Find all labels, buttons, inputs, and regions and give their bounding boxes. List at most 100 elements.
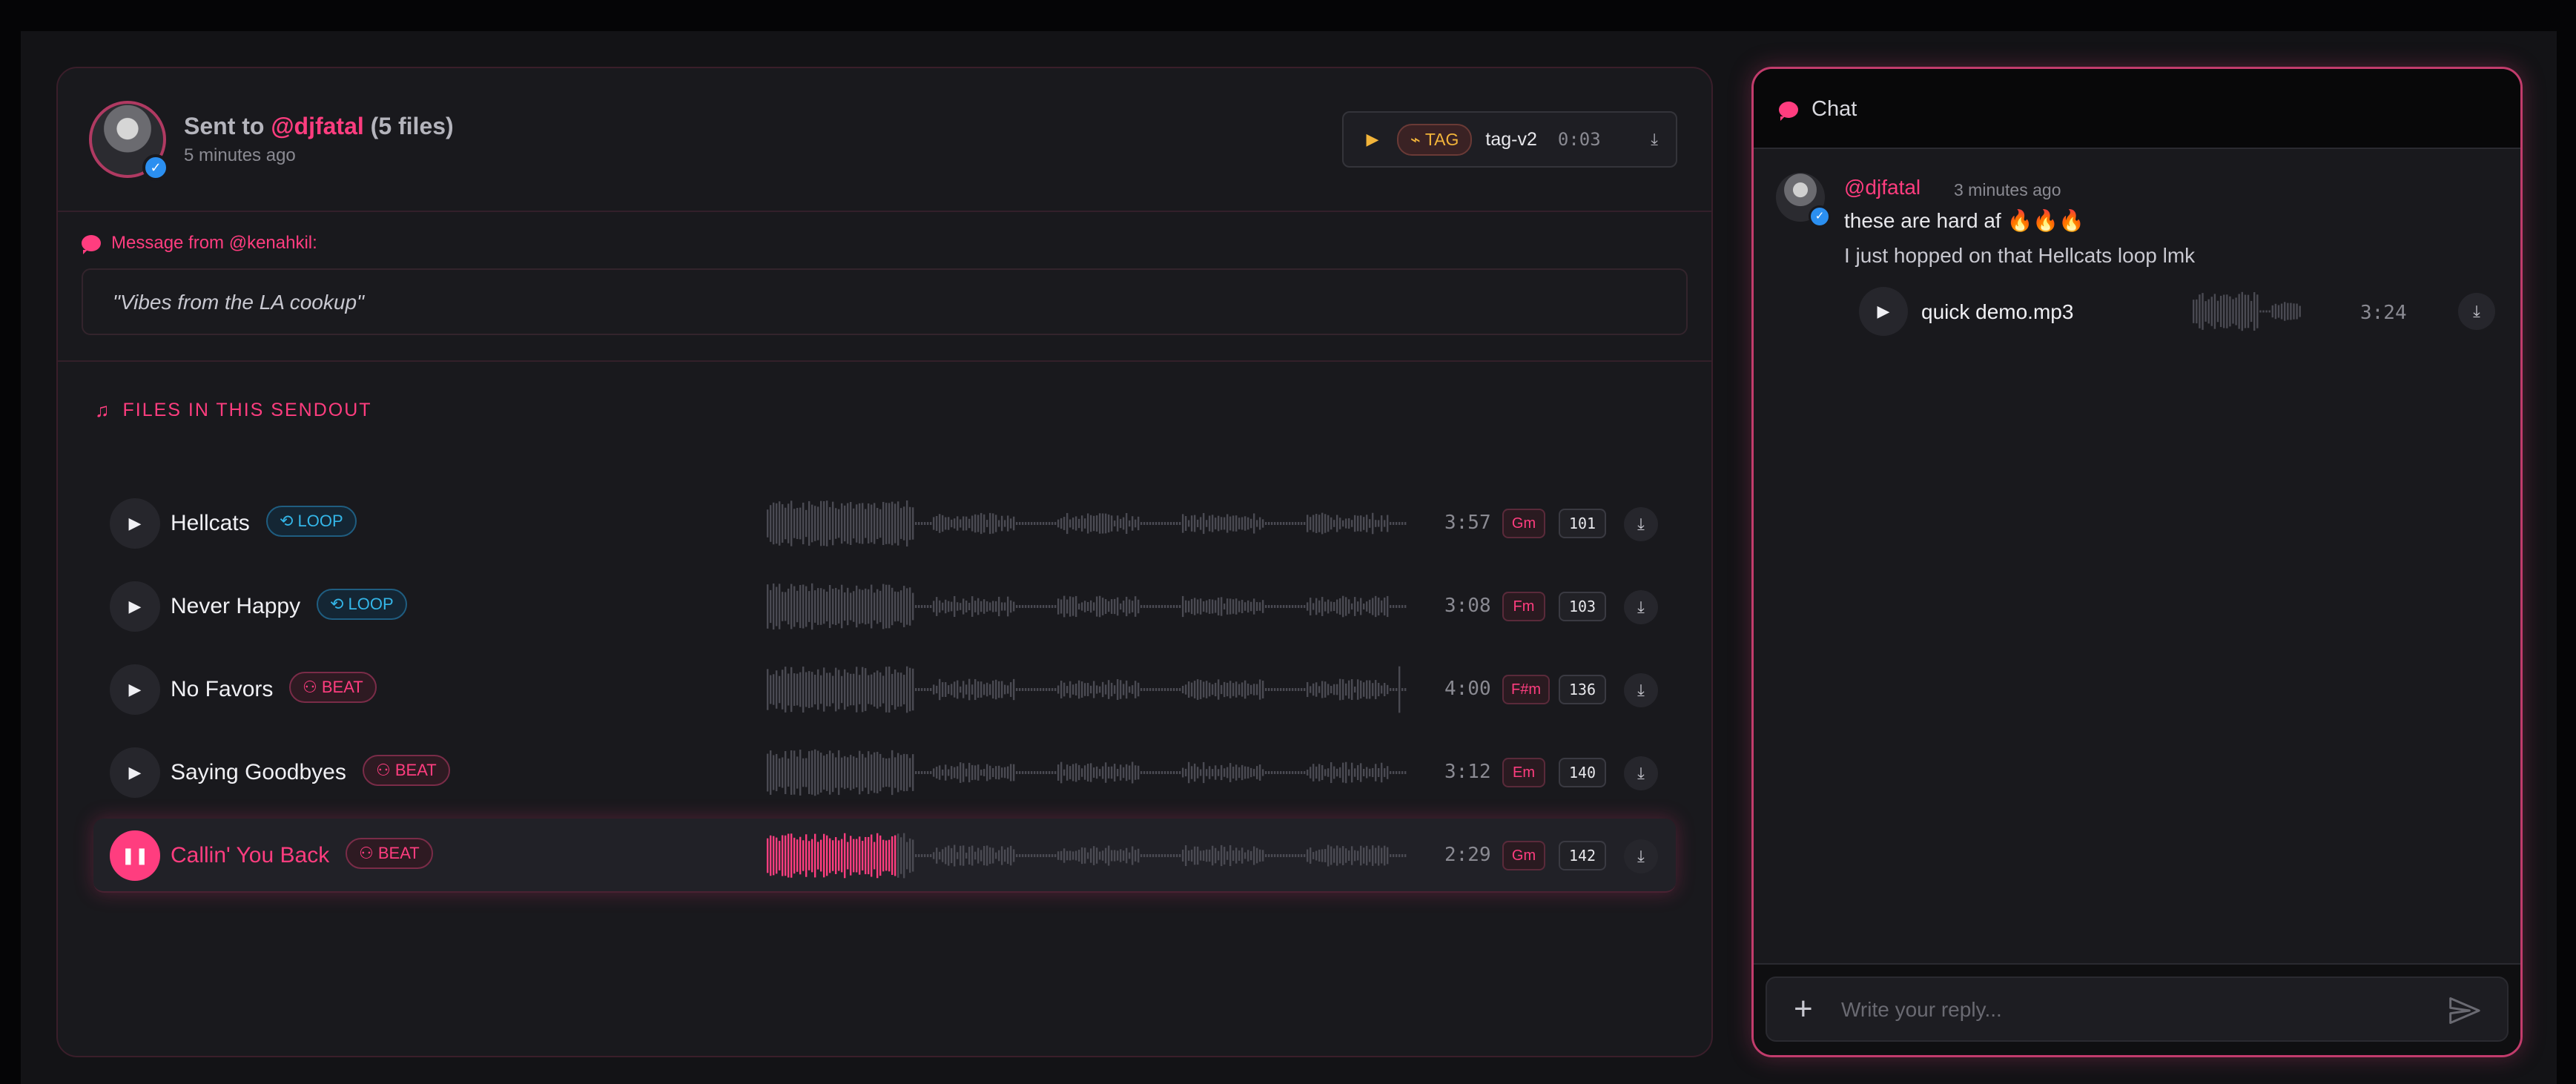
- play-button[interactable]: ▶: [110, 581, 160, 632]
- tag-name: tag-v2: [1485, 128, 1537, 150]
- track-row[interactable]: ▶ Hellcats ⟲ LOOP 3:57 Gm 101 ⤓: [93, 486, 1676, 561]
- attachment-download-icon[interactable]: ⤓: [2458, 293, 2495, 330]
- message-area: Message from @kenahkil: "Vibes from the …: [58, 214, 1711, 362]
- verified-icon: ✓: [142, 154, 169, 181]
- sender-handle[interactable]: @djfatal: [1844, 176, 1921, 199]
- bpm-badge: 140: [1559, 758, 1606, 787]
- track-waveform[interactable]: [767, 580, 1409, 633]
- tag-duration: 0:03: [1557, 129, 1601, 150]
- send-icon[interactable]: [2448, 994, 2480, 1027]
- tag-download-icon[interactable]: ⤓: [1651, 130, 1658, 149]
- download-icon[interactable]: ⤓: [1624, 839, 1658, 873]
- track-name: Never Happy: [171, 594, 301, 618]
- music-note-icon: ♫: [95, 399, 111, 421]
- add-attachment-icon[interactable]: +: [1794, 990, 1813, 1028]
- reply-input[interactable]: [1841, 993, 2405, 1027]
- message-line: these are hard af 🔥🔥🔥: [1844, 209, 2085, 232]
- beat-icon: ⚇: [359, 844, 378, 862]
- file-count: (5 files): [370, 113, 454, 139]
- beat-icon: ⚇: [303, 678, 322, 696]
- chat-header: Chat: [1754, 69, 2520, 149]
- track-type-label: BEAT: [377, 844, 420, 862]
- track-type-badge: ⚇ BEAT: [289, 672, 377, 703]
- download-icon[interactable]: ⤓: [1624, 590, 1658, 624]
- key-badge: Gm: [1502, 509, 1545, 538]
- files-title: ♫ FILES IN THIS SENDOUT: [95, 399, 372, 422]
- attachment-waveform[interactable]: [2193, 288, 2304, 334]
- track-duration: 3:57: [1444, 512, 1491, 534]
- track-type-label: LOOP: [297, 512, 343, 530]
- track-type-badge: ⟲ LOOP: [317, 589, 407, 620]
- verified-icon: ✓: [1809, 205, 1831, 228]
- audio-attachment: ▶ quick demo.mp3 3:24 ⤓: [1859, 281, 2497, 342]
- sendout-header: ✓ Sent to @djfatal (5 files) 5 minutes a…: [58, 68, 1711, 212]
- chat-bubble-icon: [82, 235, 101, 254]
- download-icon[interactable]: ⤓: [1624, 756, 1658, 790]
- loop-icon: ⟲: [280, 512, 298, 530]
- recipient-avatar[interactable]: ✓: [89, 101, 169, 181]
- track-name: Hellcats: [171, 511, 250, 535]
- track-waveform[interactable]: [767, 746, 1409, 799]
- play-button[interactable]: ▶: [110, 664, 160, 715]
- play-button[interactable]: ▶: [110, 498, 160, 549]
- chat-panel: Chat ✓ @djfatal 3 minutes ago these are …: [1751, 67, 2523, 1057]
- track-waveform[interactable]: [767, 497, 1409, 550]
- message-line: I just hopped on that Hellcats loop lmk: [1844, 244, 2196, 267]
- track-duration: 3:12: [1444, 761, 1491, 783]
- bpm-badge: 103: [1559, 592, 1606, 621]
- title-prefix: Sent to: [184, 113, 265, 139]
- track-name: Saying Goodbyes: [171, 760, 346, 784]
- attachment-name: quick demo.mp3: [1921, 300, 2074, 323]
- bpm-badge: 101: [1559, 509, 1606, 538]
- sent-time: 5 minutes ago: [184, 145, 296, 165]
- track-duration: 2:29: [1444, 844, 1491, 866]
- attachment-play-button[interactable]: ▶: [1859, 287, 1908, 336]
- track-row[interactable]: ❚❚ Callin' You Back ⚇ BEAT 2:29 Gm 142 ⤓: [93, 819, 1676, 893]
- play-button[interactable]: ▶: [110, 747, 160, 798]
- key-badge: Gm: [1502, 841, 1545, 870]
- files-title-text: FILES IN THIS SENDOUT: [122, 400, 372, 420]
- tag-player: ▶ ⌁ TAG tag-v2 0:03 ⤓: [1342, 111, 1677, 168]
- reply-composer: +: [1754, 963, 2520, 1055]
- composer-box: +: [1766, 976, 2509, 1042]
- tag-badge-label: TAG: [1424, 129, 1459, 149]
- tag-badge: ⌁ TAG: [1397, 123, 1473, 156]
- track-type-badge: ⚇ BEAT: [346, 838, 433, 869]
- track-type-label: BEAT: [394, 761, 437, 779]
- track-name: Callin' You Back: [171, 843, 330, 867]
- track-row[interactable]: ▶ No Favors ⚇ BEAT 4:00 F#m 136 ⤓: [93, 652, 1676, 727]
- track-waveform[interactable]: [767, 663, 1409, 716]
- key-badge: Em: [1502, 758, 1545, 787]
- message-label-text: Message from @kenahkil:: [111, 233, 317, 253]
- track-duration: 3:08: [1444, 595, 1491, 617]
- key-badge: Fm: [1502, 592, 1545, 621]
- track-waveform[interactable]: [767, 829, 1409, 882]
- track-row[interactable]: ▶ Never Happy ⟲ LOOP 3:08 Fm 103 ⤓: [93, 569, 1676, 644]
- track-type-badge: ⟲ LOOP: [266, 506, 357, 537]
- message-text: "Vibes from the LA cookup": [82, 268, 1688, 335]
- message-time: 3 minutes ago: [1954, 180, 2061, 199]
- key-badge: F#m: [1502, 675, 1550, 704]
- message-label: Message from @kenahkil:: [82, 233, 317, 254]
- chat-bubble-icon: [1779, 101, 1798, 121]
- track-name: No Favors: [171, 677, 274, 701]
- sendout-title: Sent to @djfatal (5 files): [184, 113, 454, 140]
- track-duration: 4:00: [1444, 678, 1491, 700]
- pause-button[interactable]: ❚❚: [110, 830, 160, 881]
- tag-play-icon[interactable]: ▶: [1361, 130, 1384, 149]
- app-stage: ✓ Sent to @djfatal (5 files) 5 minutes a…: [21, 31, 2557, 1084]
- download-icon[interactable]: ⤓: [1624, 507, 1658, 541]
- download-icon[interactable]: ⤓: [1624, 673, 1658, 707]
- track-type-label: LOOP: [348, 595, 394, 613]
- attachment-duration: 3:24: [2360, 302, 2407, 324]
- loop-icon: ⟲: [330, 595, 349, 613]
- recipient-handle[interactable]: @djfatal: [271, 113, 363, 139]
- chat-title-text: Chat: [1812, 97, 1857, 121]
- sendout-panel: ✓ Sent to @djfatal (5 files) 5 minutes a…: [56, 67, 1713, 1057]
- bpm-badge: 136: [1559, 675, 1606, 704]
- beat-icon: ⚇: [376, 761, 395, 779]
- track-type-badge: ⚇ BEAT: [363, 755, 450, 786]
- track-row[interactable]: ▶ Saying Goodbyes ⚇ BEAT 3:12 Em 140 ⤓: [93, 736, 1676, 810]
- bpm-badge: 142: [1559, 841, 1606, 870]
- track-type-label: BEAT: [321, 678, 363, 696]
